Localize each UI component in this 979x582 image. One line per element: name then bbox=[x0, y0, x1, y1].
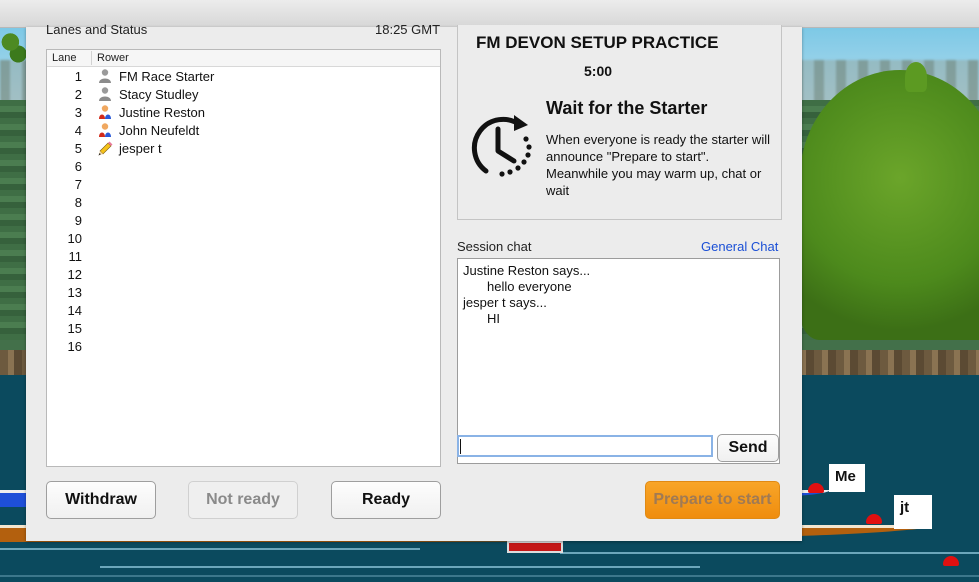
rower-name: Stacy Studley bbox=[119, 87, 199, 102]
lane-row[interactable]: 11 bbox=[47, 247, 440, 265]
chat-author: Justine Reston says... bbox=[463, 263, 591, 278]
lane-row[interactable]: 7 bbox=[47, 175, 440, 193]
boat-label-me: Me bbox=[829, 464, 865, 492]
lane-row[interactable]: 6 bbox=[47, 157, 440, 175]
session-title: FM DEVON SETUP PRACTICE bbox=[476, 33, 719, 52]
prepare-to-start-button[interactable]: Prepare to start bbox=[645, 481, 780, 519]
lane-row[interactable]: 13 bbox=[47, 283, 440, 301]
lane-number: 12 bbox=[67, 267, 82, 282]
buoy bbox=[866, 514, 882, 524]
clock-countdown-icon bbox=[471, 115, 532, 177]
column-header-lane[interactable]: Lane bbox=[52, 52, 76, 64]
lane-row[interactable]: 9 bbox=[47, 211, 440, 229]
person-gray-icon bbox=[97, 68, 113, 84]
lane-row[interactable]: 15 bbox=[47, 319, 440, 337]
send-button[interactable]: Send bbox=[717, 434, 779, 462]
session-info-panel: FM DEVON SETUP PRACTICE 5:00 Wait for th… bbox=[457, 25, 782, 220]
chat-message-text: hello everyone bbox=[487, 279, 572, 294]
chat-messages: Justine Reston says... hello everyone jesp… bbox=[458, 259, 779, 327]
status-description: When everyone is ready the starter will … bbox=[546, 132, 770, 198]
bush bbox=[800, 70, 979, 340]
lane-row[interactable]: 16 bbox=[47, 337, 440, 355]
lane-number: 7 bbox=[74, 177, 82, 192]
lane-number: 2 bbox=[74, 87, 82, 102]
lanes-table-header: Lane Rower bbox=[47, 50, 440, 67]
lane-number: 5 bbox=[74, 141, 82, 156]
lane-row[interactable]: 14 bbox=[47, 301, 440, 319]
lane-number: 13 bbox=[67, 285, 82, 300]
lanes-section-title: Lanes and Status bbox=[46, 22, 148, 37]
lane-number: 16 bbox=[67, 339, 82, 354]
lane-number: 4 bbox=[74, 123, 82, 138]
text-caret bbox=[460, 439, 461, 454]
not-ready-button[interactable]: Not ready bbox=[188, 481, 298, 519]
person-gray-icon bbox=[97, 86, 113, 102]
race-lobby-dialog: Lanes and Status 18:25 GMT Lane Rower 1 F… bbox=[26, 22, 802, 541]
session-chat-label: Session chat bbox=[457, 239, 532, 254]
lane-row[interactable]: 10 bbox=[47, 229, 440, 247]
rower-name: jesper t bbox=[119, 141, 162, 156]
lane-row[interactable]: 1 FM Race Starter bbox=[47, 67, 440, 85]
general-chat-link[interactable]: General Chat bbox=[701, 239, 778, 254]
stern-marker bbox=[507, 541, 563, 553]
water-ripple bbox=[100, 566, 700, 568]
lane-row[interactable]: 3 Justine Reston bbox=[47, 103, 440, 121]
lane-number: 1 bbox=[74, 69, 82, 84]
chat-input[interactable] bbox=[457, 435, 713, 457]
boat-label-jt: jt bbox=[894, 495, 932, 529]
chat-author: jesper t says... bbox=[463, 295, 547, 310]
lane-number: 9 bbox=[74, 213, 82, 228]
status-title: Wait for the Starter bbox=[546, 98, 708, 118]
water-ripple bbox=[0, 575, 979, 577]
chat-message-text: HI bbox=[487, 311, 500, 326]
column-divider bbox=[91, 51, 92, 65]
countdown-timer: 5:00 bbox=[584, 63, 613, 79]
lane-number: 6 bbox=[74, 159, 82, 174]
lane-number: 3 bbox=[74, 105, 82, 120]
lane-number: 8 bbox=[74, 195, 82, 210]
lane-number: 10 bbox=[67, 231, 82, 246]
lane-row[interactable]: 4 John Neufeldt bbox=[47, 121, 440, 139]
rower-name: John Neufeldt bbox=[119, 123, 200, 138]
lane-number: 15 bbox=[67, 321, 82, 336]
pencil-icon bbox=[97, 140, 113, 156]
person-color-icon bbox=[97, 122, 113, 138]
rower-name: Justine Reston bbox=[119, 105, 205, 120]
lane-number: 14 bbox=[67, 303, 82, 318]
water-ripple bbox=[560, 552, 979, 554]
water-ripple bbox=[0, 548, 420, 550]
lane-row[interactable]: 12 bbox=[47, 265, 440, 283]
lane-row[interactable]: 8 bbox=[47, 193, 440, 211]
buoy bbox=[943, 556, 959, 566]
lane-row[interactable]: 5 jesper t bbox=[47, 139, 440, 157]
tree-leaves bbox=[0, 26, 26, 66]
lanes-table-body: 1 FM Race Starter 2 Stacy Studley 3 Justine R… bbox=[47, 67, 440, 355]
buoy bbox=[808, 483, 824, 493]
person-color-icon bbox=[97, 104, 113, 120]
gmt-clock: 18:25 GMT bbox=[375, 22, 441, 37]
bush-top bbox=[905, 62, 927, 92]
withdraw-button[interactable]: Withdraw bbox=[46, 481, 156, 519]
lane-number: 11 bbox=[68, 249, 83, 264]
ready-button[interactable]: Ready bbox=[331, 481, 441, 519]
rower-name: FM Race Starter bbox=[119, 69, 215, 84]
lane-row[interactable]: 2 Stacy Studley bbox=[47, 85, 440, 103]
column-header-rower[interactable]: Rower bbox=[97, 52, 129, 64]
lanes-table: Lane Rower 1 FM Race Starter 2 Stacy Studle… bbox=[46, 49, 441, 467]
